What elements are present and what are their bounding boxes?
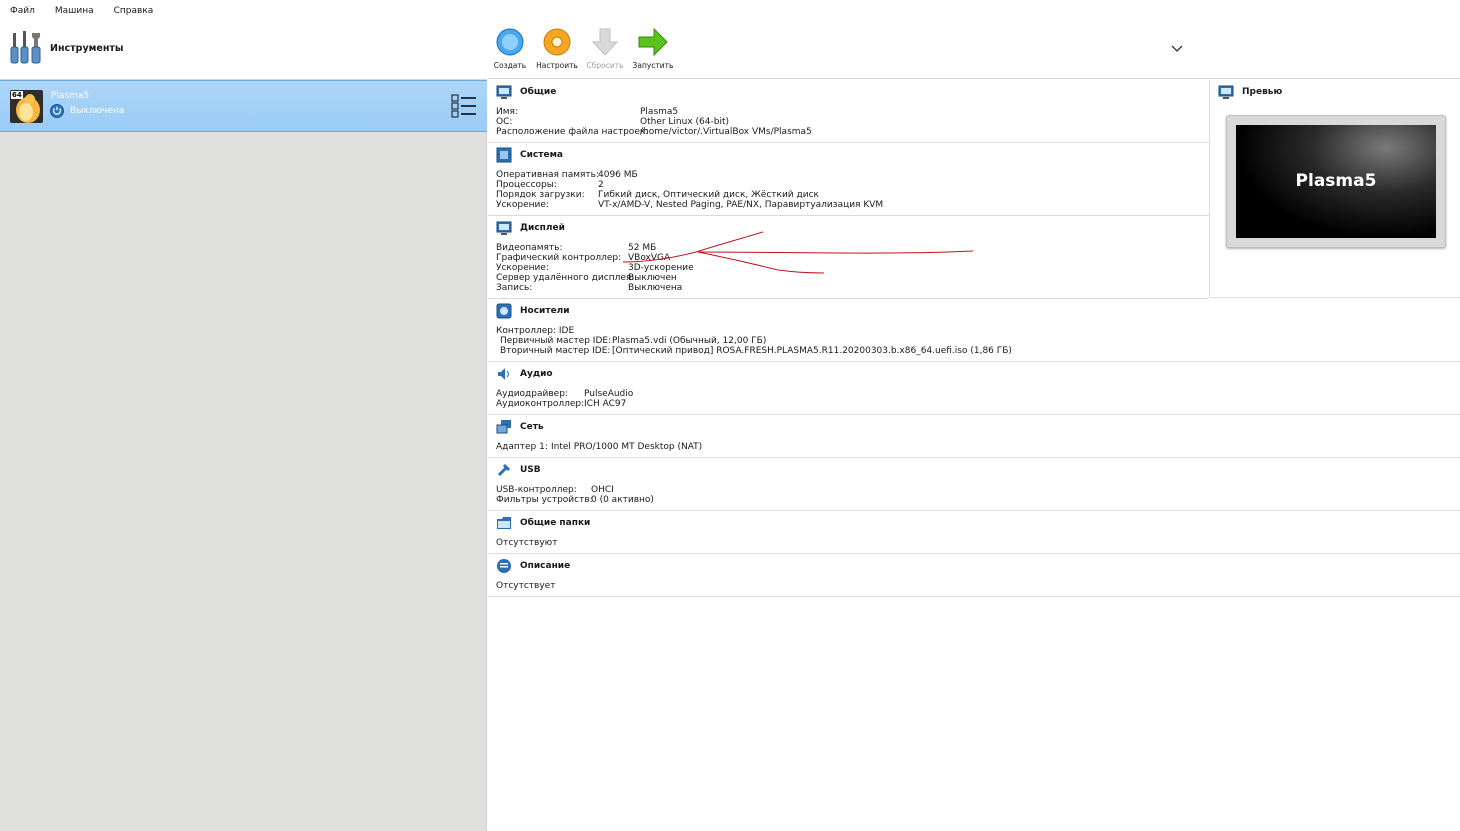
section-system: Система Оперативная память: 4096 МБ Проце…: [488, 143, 1209, 216]
section-usb-header[interactable]: USB: [496, 462, 541, 478]
discard-arrow-icon: [591, 28, 619, 56]
preview-vm-name: Plasma5: [1295, 171, 1377, 191]
vm-state: Выключена: [70, 106, 125, 116]
menu-machine[interactable]: Машина: [49, 6, 100, 16]
monitor-icon: [496, 85, 512, 99]
display-icon: [496, 221, 512, 235]
section-display: Дисплей Видеопамять: 52 МБ Графический ко…: [488, 216, 1209, 299]
power-off-icon: [50, 104, 64, 118]
section-audio-header[interactable]: Аудио: [496, 366, 553, 382]
description-bubble-icon: [497, 559, 511, 573]
section-audio: Аудио Аудиодрайвер: PulseAudio Аудиоконтр…: [488, 362, 1460, 415]
vm-64bit-badge: 64: [11, 91, 23, 99]
preview-monitor-icon: [1218, 85, 1234, 99]
section-network: Сеть Адаптер 1: Intel PRO/1000 MT Desktop…: [488, 415, 1460, 458]
vm-list-item[interactable]: 64 Plasma5 Выключена: [0, 80, 487, 132]
create-button[interactable]: Создать: [488, 26, 532, 76]
tools-item[interactable]: Инструменты: [0, 22, 487, 80]
start-arrow-icon: [638, 27, 668, 57]
folder-icon: [497, 517, 511, 529]
section-network-header[interactable]: Сеть: [496, 419, 544, 435]
section-description-header[interactable]: Описание: [496, 558, 570, 574]
disk-icon: [496, 303, 512, 319]
section-storage-header[interactable]: Носители: [496, 303, 570, 319]
preview-panel: Превью Plasma5: [1209, 80, 1460, 298]
discard-button[interactable]: Сбросить: [583, 26, 627, 76]
section-display-header[interactable]: Дисплей: [496, 220, 565, 236]
main-toolbar: Создать Настроить Сбросить Запустить: [488, 22, 1460, 79]
menu-file[interactable]: Файл: [4, 6, 41, 16]
vm-tools-menu-icon[interactable]: [451, 94, 477, 118]
settings-button[interactable]: Настроить: [535, 26, 579, 76]
settings-gear-icon: [543, 28, 571, 56]
preview-screen: Plasma5: [1236, 125, 1436, 238]
speaker-icon: [498, 368, 509, 380]
section-shared-folders-header[interactable]: Общие папки: [496, 515, 590, 531]
section-usb: USB USB-контроллер: OHCI Фильтры устройст…: [488, 458, 1460, 511]
chip-icon: [496, 147, 512, 163]
preview-header[interactable]: Превью: [1218, 84, 1282, 100]
menu-help[interactable]: Справка: [108, 6, 160, 16]
preview-frame: Plasma5: [1226, 115, 1446, 248]
tools-icon: [10, 31, 41, 64]
linux-tux-icon: 64: [10, 90, 43, 123]
menu-bar: Файл Машина Справка: [0, 0, 1460, 22]
start-button[interactable]: Запустить: [631, 26, 675, 76]
section-storage: Носители Контроллер: IDE Первичный масте…: [488, 299, 1460, 362]
section-system-header[interactable]: Система: [496, 147, 563, 163]
section-shared-folders: Общие папки Отсутствуют: [488, 511, 1460, 554]
network-icon: [496, 420, 511, 434]
tools-label: Инструменты: [50, 43, 124, 54]
section-general: Общие Имя: Plasma5 ОС: Other Linux (64-bit…: [488, 80, 1209, 143]
section-description: Описание Отсутствует: [488, 554, 1460, 597]
details-pane: Общие Имя: Plasma5 ОС: Other Linux (64-bit…: [488, 80, 1460, 831]
vm-name: Plasma5: [51, 91, 90, 101]
machine-list-pane: Инструменты 64 Plasma5 Выключена: [0, 22, 487, 831]
new-star-icon: [496, 28, 524, 56]
section-general-header[interactable]: Общие: [496, 84, 556, 100]
chevron-down-icon[interactable]: [1170, 44, 1184, 54]
usb-icon: [497, 463, 511, 477]
